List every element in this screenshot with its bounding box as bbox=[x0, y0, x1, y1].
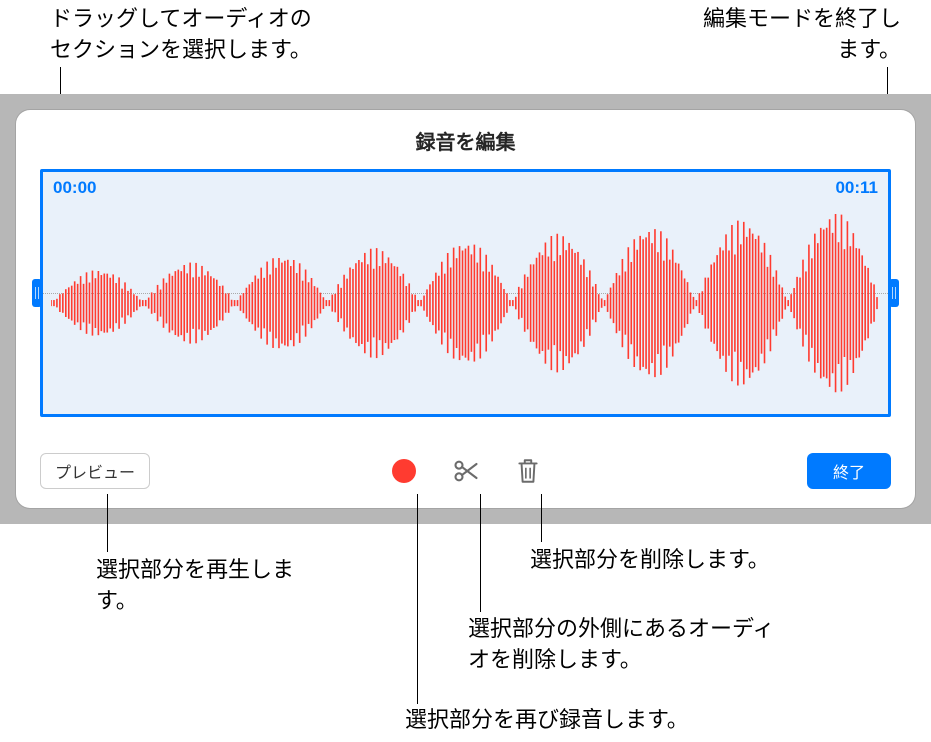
editor-toolbar: プレビュー 終了 bbox=[16, 434, 915, 508]
callout-line bbox=[417, 494, 418, 704]
callout-exit-edit: 編集モードを終了します。 bbox=[701, 4, 901, 66]
record-button[interactable] bbox=[387, 454, 421, 488]
record-icon bbox=[392, 459, 416, 483]
trash-icon bbox=[515, 457, 541, 485]
center-tool-group bbox=[387, 454, 545, 488]
callout-line bbox=[541, 494, 542, 542]
panel-title: 録音を編集 bbox=[16, 110, 915, 169]
preview-button[interactable]: プレビュー bbox=[40, 453, 150, 489]
callout-trim-outside: 選択部分の外側にあるオーディオを削除します。 bbox=[468, 614, 788, 676]
done-button[interactable]: 終了 bbox=[807, 453, 891, 489]
selection-handle-right[interactable] bbox=[889, 279, 899, 307]
delete-button[interactable] bbox=[511, 454, 545, 488]
audio-editor-panel: 録音を編集 00:00 00:11 プレビュー bbox=[16, 110, 915, 508]
waveform-display bbox=[51, 202, 880, 404]
callout-drag-select: ドラッグしてオーディオのセクションを選択します。 bbox=[50, 4, 320, 66]
callout-rerecord: 選択部分を再び録音します。 bbox=[405, 705, 745, 736]
waveform-selection-area[interactable]: 00:00 00:11 bbox=[40, 169, 891, 417]
callout-line bbox=[107, 494, 108, 552]
time-end-label: 00:11 bbox=[835, 178, 878, 198]
callout-delete-selection: 選択部分を削除します。 bbox=[530, 545, 830, 576]
selection-handle-left[interactable] bbox=[32, 279, 42, 307]
callout-play-selection: 選択部分を再生します。 bbox=[96, 555, 296, 617]
trim-button[interactable] bbox=[449, 454, 483, 488]
time-start-label: 00:00 bbox=[53, 178, 96, 198]
scissors-icon bbox=[452, 457, 480, 485]
callout-line bbox=[480, 494, 481, 612]
